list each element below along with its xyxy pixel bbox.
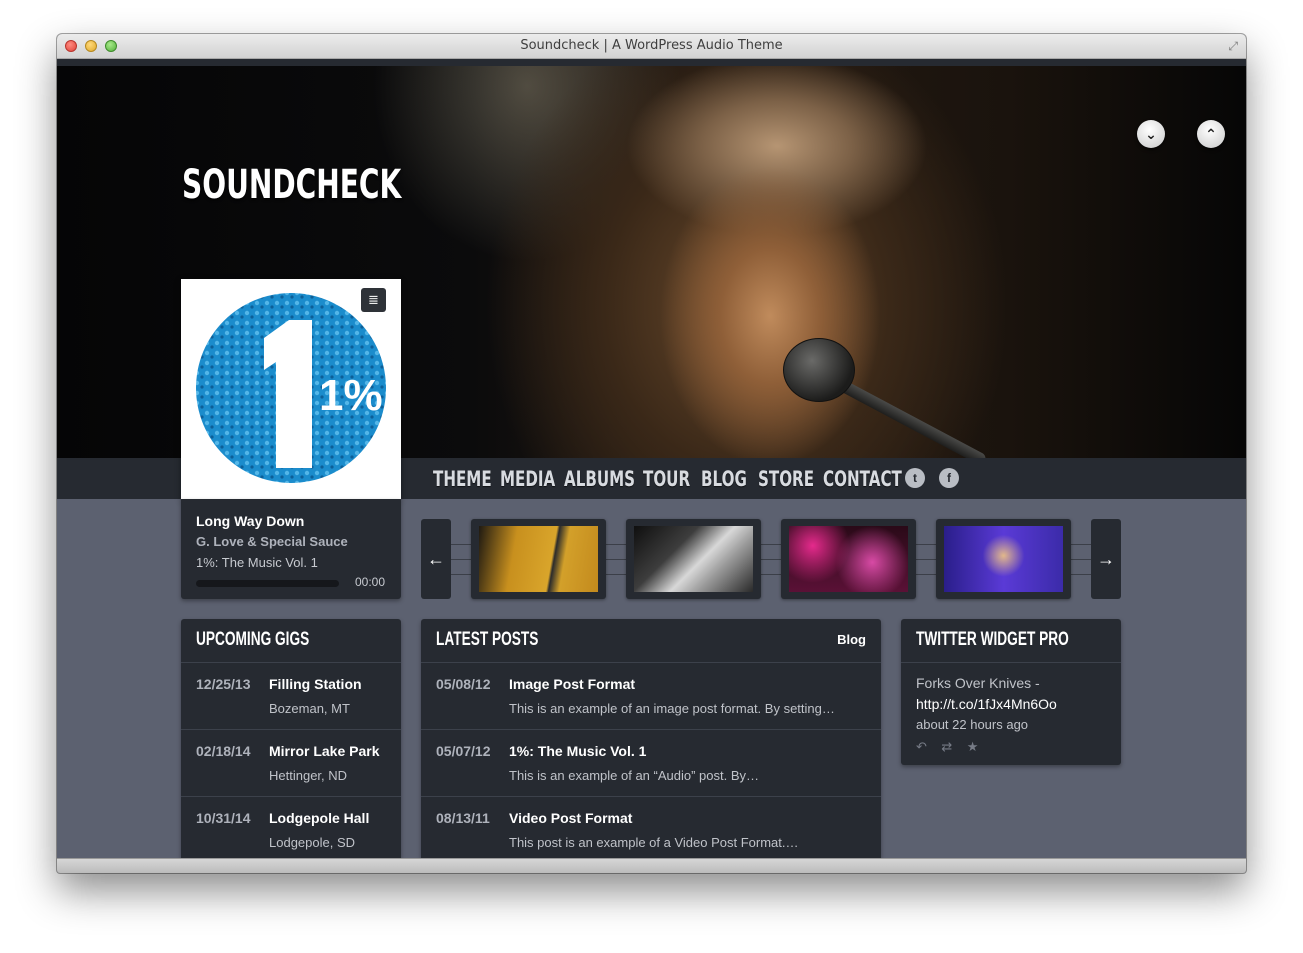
fullscreen-icon[interactable]: ⤢ bbox=[1228, 39, 1238, 54]
nav-item-store[interactable]: STORE bbox=[758, 467, 814, 491]
twitter-widget-title: TWITTER WIDGET PRO bbox=[916, 629, 1069, 650]
tweet-text: Forks Over Knives - bbox=[916, 675, 1040, 691]
gig-date: 12/25/13 bbox=[196, 676, 251, 692]
nav-item-albums[interactable]: ALBUMS bbox=[564, 467, 635, 491]
post-date: 05/07/12 bbox=[436, 743, 491, 759]
nav-item-theme[interactable]: THEME bbox=[433, 467, 492, 491]
window-title: Soundcheck | A WordPress Audio Theme bbox=[520, 38, 783, 53]
retweet-icon[interactable]: ⇄ bbox=[941, 739, 952, 754]
post-title[interactable]: Image Post Format bbox=[509, 676, 635, 692]
media-carousel: ← → bbox=[421, 519, 1141, 599]
gig-venue[interactable]: Filling Station bbox=[269, 676, 362, 692]
gig-location: Lodgepole, SD bbox=[269, 835, 356, 850]
gig-location: Hettinger, ND bbox=[269, 768, 348, 783]
track-time: 00:00 bbox=[354, 575, 385, 589]
blog-link[interactable]: Blog bbox=[837, 632, 866, 647]
upcoming-gigs-title: UPCOMING GIGS bbox=[196, 629, 310, 650]
twitter-widget-panel: TWITTER WIDGET PRO Forks Over Knives - h… bbox=[901, 619, 1121, 765]
gig-venue[interactable]: Mirror Lake Park bbox=[269, 743, 380, 759]
reply-icon[interactable]: ↶ bbox=[916, 739, 927, 754]
microphone-graphic bbox=[783, 338, 855, 402]
post-row[interactable]: 05/07/12 1%: The Music Vol. 1 This is an… bbox=[421, 730, 881, 797]
band-stage-photo bbox=[789, 526, 908, 592]
gig-date: 10/31/14 bbox=[196, 810, 251, 826]
carousel-thumb-4[interactable] bbox=[936, 519, 1071, 599]
nav-item-contact[interactable]: CONTACT bbox=[823, 467, 902, 491]
track-title: Long Way Down bbox=[196, 513, 305, 529]
nav-item-media[interactable]: MEDIA bbox=[500, 467, 555, 491]
post-row[interactable]: 08/13/11 Video Post Format This post is … bbox=[421, 797, 881, 863]
favorite-icon[interactable]: ★ bbox=[967, 739, 979, 754]
carousel-thumb-2[interactable] bbox=[626, 519, 761, 599]
upcoming-gigs-panel: UPCOMING GIGS 12/25/13 Filling Station B… bbox=[181, 619, 401, 859]
playlist-icon[interactable]: ≣ bbox=[361, 288, 386, 312]
gig-venue[interactable]: Lodgepole Hall bbox=[269, 810, 369, 826]
carousel-thumb-1[interactable] bbox=[471, 519, 606, 599]
window-titlebar: Soundcheck | A WordPress Audio Theme ⤢ bbox=[57, 34, 1246, 59]
chevron-down-icon[interactable]: ⌄ bbox=[1137, 120, 1165, 148]
gig-row[interactable]: 12/25/13 Filling Station Bozeman, MT bbox=[181, 663, 401, 730]
post-row[interactable]: 05/08/12 Image Post Format This is an ex… bbox=[421, 663, 881, 730]
album-poster-photo bbox=[479, 526, 598, 592]
carousel-thumb-3[interactable] bbox=[781, 519, 916, 599]
post-date: 08/13/11 bbox=[436, 810, 490, 826]
backstage-photo bbox=[634, 526, 753, 592]
album-artwork[interactable]: 1% ≣ bbox=[181, 279, 401, 499]
gig-location: Bozeman, MT bbox=[269, 701, 350, 716]
arrow-left-icon[interactable]: ← bbox=[421, 519, 451, 599]
tweet-link[interactable]: http://t.co/1fJx4Mn6Oo bbox=[916, 696, 1057, 712]
window-bottom-bar bbox=[57, 858, 1246, 873]
chevron-up-icon[interactable]: ⌃ bbox=[1197, 120, 1225, 148]
facebook-icon[interactable]: f bbox=[939, 468, 959, 488]
latest-posts-title: LATEST POSTS bbox=[436, 629, 539, 650]
tweet-time[interactable]: about 22 hours ago bbox=[916, 717, 1028, 732]
post-title[interactable]: 1%: The Music Vol. 1 bbox=[509, 743, 646, 759]
latest-posts-panel: LATEST POSTS Blog 05/08/12 Image Post Fo… bbox=[421, 619, 881, 859]
post-excerpt: This post is an example of a Video Post … bbox=[509, 835, 799, 850]
post-title[interactable]: Video Post Format bbox=[509, 810, 632, 826]
guitarist-concert-photo bbox=[944, 526, 1063, 592]
audio-player: Long Way Down G. Love & Special Sauce 1%… bbox=[181, 499, 401, 599]
nav-item-tour[interactable]: TOUR bbox=[643, 467, 690, 491]
tweet-actions: ↶ ⇄ ★ bbox=[916, 739, 978, 755]
post-date: 05/08/12 bbox=[436, 676, 491, 692]
nav-item-blog[interactable]: BLOG bbox=[701, 467, 747, 491]
site-logo[interactable]: SOUNDCHECK bbox=[182, 162, 401, 208]
progress-bar[interactable] bbox=[196, 580, 339, 587]
gig-row[interactable]: 10/31/14 Lodgepole Hall Lodgepole, SD bbox=[181, 797, 401, 863]
post-excerpt: This is an example of an “Audio” post. B… bbox=[509, 768, 760, 783]
album-art-text: 1% bbox=[319, 371, 383, 420]
browser-window: Soundcheck | A WordPress Audio Theme ⤢ S… bbox=[57, 34, 1246, 873]
track-artist: G. Love & Special Sauce bbox=[196, 534, 348, 549]
gig-row[interactable]: 02/18/14 Mirror Lake Park Hettinger, ND bbox=[181, 730, 401, 797]
post-excerpt: This is an example of an image post form… bbox=[509, 701, 835, 716]
track-album: 1%: The Music Vol. 1 bbox=[196, 555, 318, 570]
top-strip bbox=[57, 59, 1246, 66]
arrow-right-icon[interactable]: → bbox=[1091, 519, 1121, 599]
twitter-icon[interactable]: t bbox=[905, 468, 925, 488]
gig-date: 02/18/14 bbox=[196, 743, 251, 759]
